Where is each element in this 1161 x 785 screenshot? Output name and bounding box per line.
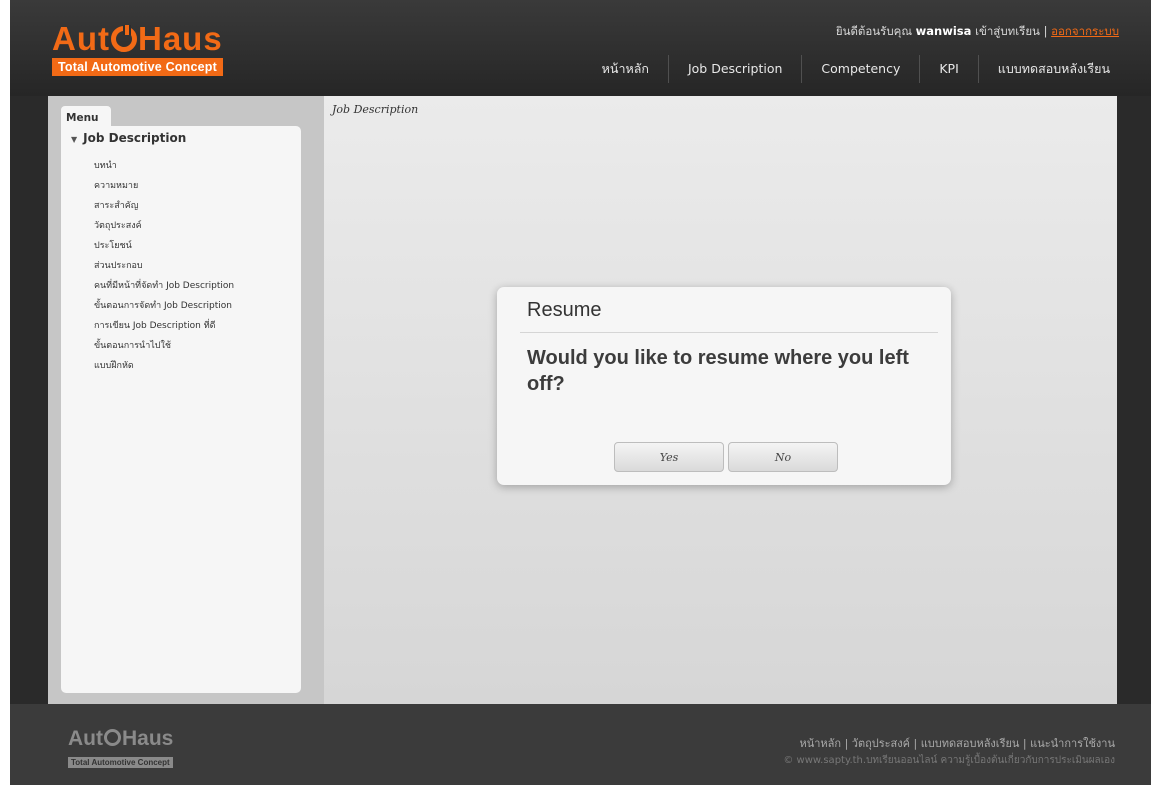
nav-item-competency[interactable]: Competency [802, 61, 919, 77]
logo-text-right: Haus [137, 20, 223, 57]
logo-tagline: Total Automotive Concept [52, 58, 223, 76]
nav-item-job-description[interactable]: Job Description [669, 61, 801, 77]
nav-item-home[interactable]: หน้าหลัก [583, 61, 668, 77]
menu-item-creation-steps[interactable]: ขั้นตอนการจัดทำ Job Description [94, 296, 234, 316]
menu-section-job-description[interactable]: ▼ Job Description [71, 131, 186, 145]
dialog-message: Would you like to resume where you left … [527, 347, 909, 395]
menu-item-objectives[interactable]: วัตถุประสงค์ [94, 216, 234, 236]
welcome-prefix: ยินดีต้อนรับคุณ [835, 24, 912, 38]
welcome-message: ยินดีต้อนรับคุณ wanwisa เข้าสู่บทเรียน |… [836, 23, 1119, 41]
username: wanwisa [915, 24, 972, 38]
content-area: Menu ▼ Job Description บทนำ ความหมาย สาระ… [48, 96, 1117, 704]
sidebar: Menu ▼ Job Description บทนำ ความหมาย สาระ… [48, 96, 324, 704]
menu-item-responsible-person[interactable]: คนที่มีหน้าที่จัดทำ Job Description [94, 276, 234, 296]
footer-logo: Aut Haus Total Automotive Concept [68, 728, 173, 769]
logo-wordmark: Aut Haus [52, 22, 223, 56]
power-icon [110, 25, 137, 52]
welcome-suffix: เข้าสู่บทเรียน | [975, 24, 1048, 38]
menu-item-components[interactable]: ส่วนประกอบ [94, 256, 234, 276]
footer-logo-text-left: Aut [68, 727, 103, 750]
menu-tab[interactable]: Menu [61, 106, 111, 128]
dialog-title: Resume [527, 299, 602, 321]
menu-list: บทนำ ความหมาย สาระสำคัญ วัตถุประสงค์ ประ… [94, 156, 234, 376]
menu-item-introduction[interactable]: บทนำ [94, 156, 234, 176]
footer-power-icon [104, 729, 121, 746]
menu-section-label: Job Description [83, 131, 187, 145]
site-header: Aut Haus Total Automotive Concept ยินดีต้… [10, 0, 1151, 96]
footer-copyright: © www.sapty.th.บทเรียนออนไลน์ ความรู้เบื… [783, 755, 1115, 766]
menu-item-usage-steps[interactable]: ขั้นตอนการนำไปใช้ [94, 336, 234, 356]
footer-logo-text-right: Haus [122, 727, 174, 750]
logout-link[interactable]: ออกจากระบบ [1051, 24, 1119, 38]
logo-text-left: Aut [52, 20, 110, 57]
triangle-down-icon: ▼ [71, 135, 78, 144]
menu-panel: ▼ Job Description บทนำ ความหมาย สาระสำคัญ… [61, 126, 301, 693]
menu-item-good-writing[interactable]: การเขียน Job Description ที่ดี [94, 316, 234, 336]
nav-item-kpi[interactable]: KPI [920, 61, 977, 77]
dialog-divider [520, 332, 938, 333]
site-footer: Aut Haus Total Automotive Concept หน้าหลั… [10, 704, 1151, 785]
menu-item-exercises[interactable]: แบบฝึกหัด [94, 356, 234, 376]
autohaus-logo[interactable]: Aut Haus Total Automotive Concept [52, 22, 223, 76]
resume-dialog: Resume Would you like to resume where yo… [497, 287, 951, 485]
app-frame: Aut Haus Total Automotive Concept ยินดีต้… [10, 0, 1151, 785]
yes-button[interactable]: Yes [614, 442, 724, 472]
menu-item-meaning[interactable]: ความหมาย [94, 176, 234, 196]
menu-item-benefits[interactable]: ประโยชน์ [94, 236, 234, 256]
page-title: Job Description [332, 103, 419, 116]
footer-logo-tagline: Total Automotive Concept [68, 757, 173, 768]
main-content: Job Description Resume Would you like to… [324, 96, 1117, 704]
main-nav: หน้าหลัก Job Description Competency KPI … [583, 55, 1129, 83]
menu-item-key-points[interactable]: สาระสำคัญ [94, 196, 234, 216]
footer-links[interactable]: หน้าหลัก | วัตถุประสงค์ | แบบทดสอบหลังเร… [799, 734, 1115, 752]
footer-logo-wordmark: Aut Haus [68, 728, 173, 750]
no-button[interactable]: No [728, 442, 838, 472]
nav-item-post-test[interactable]: แบบทดสอบหลังเรียน [979, 61, 1129, 77]
